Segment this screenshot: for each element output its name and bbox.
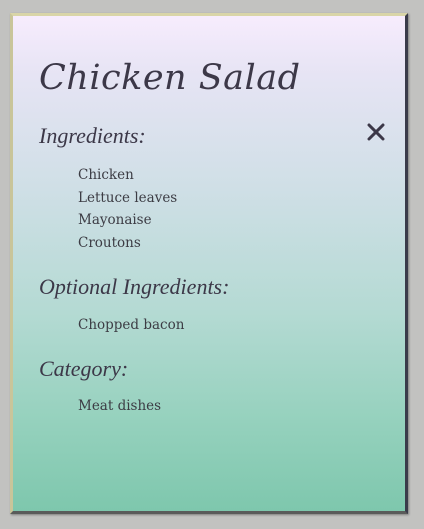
category-item: Meat dishes — [78, 398, 162, 414]
recipe-title: Chicken Salad — [39, 58, 301, 98]
recipe-card: Chicken Salad Ingredients: Chicken Lettu… — [10, 13, 408, 514]
ingredient-item: Chicken — [78, 167, 134, 183]
optional-ingredient-item: Chopped bacon — [78, 317, 185, 333]
category-heading: Category: — [39, 356, 129, 381]
close-button[interactable] — [365, 121, 387, 143]
ingredients-heading: Ingredients: — [39, 123, 146, 148]
optional-ingredients-list: Chopped bacon — [78, 314, 184, 337]
ingredient-item: Lettuce leaves — [78, 189, 178, 206]
close-icon — [367, 123, 385, 141]
ingredient-item: Mayonaise — [78, 212, 152, 228]
ingredient-item: Croutons — [78, 234, 141, 251]
optional-ingredients-heading: Optional Ingredients: — [39, 274, 230, 299]
category-list: Meat dishes — [78, 395, 161, 418]
ingredients-list: Chicken Lettuce leaves Mayonaise Crouton… — [78, 164, 177, 254]
